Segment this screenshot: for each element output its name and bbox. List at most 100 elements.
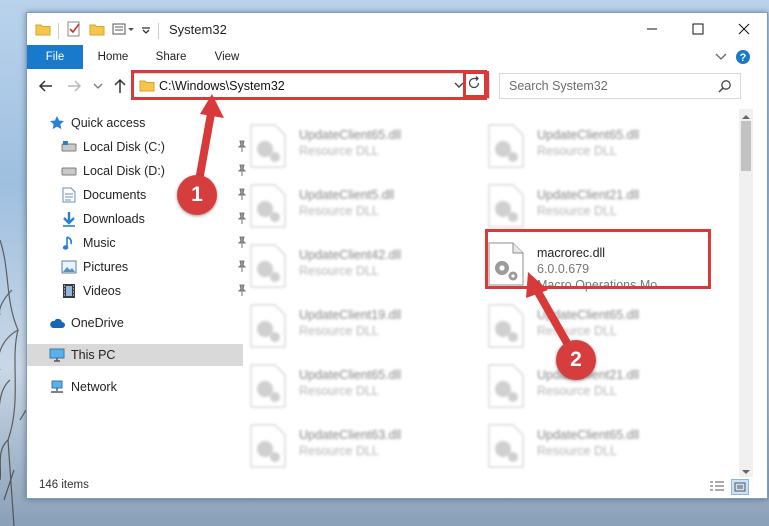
list-item[interactable]: UpdateClient21.dllResource DLL [487,363,717,415]
sidebar-item-local-disk-d[interactable]: Local Disk (D:) [27,160,255,182]
file-name: UpdateClient65.dll [299,128,402,142]
toolbar-separator [58,22,59,39]
address-bar-highlight [131,70,487,100]
toolbar-separator [158,22,159,39]
cloud-icon [49,315,65,331]
sidebar-item-this-pc[interactable]: This PC [27,344,243,366]
sidebar-item-documents[interactable]: Documents [27,184,255,206]
list-item[interactable]: UpdateClient65.dll Resource DLL [249,363,479,415]
file-type: Resource DLL [537,324,617,338]
step-badge-1: 1 [177,175,217,215]
sidebar-item-label: Downloads [83,212,145,226]
window-title: System32 [169,22,227,37]
search-icon[interactable] [718,79,732,96]
minimize-icon [647,28,657,30]
tab-file[interactable]: File [27,45,83,69]
arrow-up-icon [114,78,126,93]
search-input[interactable]: Search System32 [499,73,741,99]
list-item[interactable]: UpdateClient42.dll Resource DLL [249,243,479,295]
tab-home[interactable]: Home [89,45,137,69]
tab-view[interactable]: View [205,45,249,69]
details-view-button[interactable] [709,479,725,493]
picture-icon [61,259,77,275]
sidebar-item-local-disk-c[interactable]: Local Disk (C:) [27,136,255,158]
list-item[interactable]: UpdateClient65.dll Resource DLL [487,303,717,355]
dll-file-icon [487,183,529,231]
sidebar-item-label: Network [71,380,117,394]
list-item[interactable]: UpdateClient65.dll Resource DLL [487,423,717,475]
dll-file-icon [487,303,529,351]
dll-file-icon [249,243,291,291]
list-item[interactable]: UpdateClient63.dll Resource DLL [249,423,479,475]
tab-share[interactable]: Share [147,45,195,69]
dll-file-icon [487,123,529,171]
sidebar-item-label: Local Disk (C:) [83,140,165,154]
ribbon-tabs: File Home Share View ? [27,45,767,69]
document-icon [61,187,77,203]
sidebar-item-music[interactable]: Music [27,232,255,254]
file-type: Resource DLL [537,384,617,398]
help-icon[interactable]: ? [735,49,751,68]
svg-text:?: ? [740,52,747,64]
arrow-left-icon [38,80,52,92]
list-item[interactable]: UpdateClient65.dll Resource DLL [487,123,717,175]
chevron-down-icon [93,83,103,89]
close-button[interactable] [721,13,767,45]
network-icon [49,379,65,395]
navigation-pane: Quick access Local Disk (C:) Local Disk … [27,109,247,469]
recent-locations-button[interactable] [89,77,107,95]
sidebar-item-network[interactable]: Network [27,376,243,398]
sidebar-item-label: Quick access [71,116,146,130]
step-badge-2: 2 [556,340,596,380]
dll-file-icon [249,303,291,351]
properties-icon[interactable] [66,21,82,40]
sidebar-item-label: Videos [83,284,121,298]
ribbon-expand-icon[interactable] [715,51,727,65]
list-item[interactable]: UpdateClient21.dllResource DLL [487,183,717,235]
sidebar-item-label: Pictures [83,260,129,274]
up-button[interactable] [111,77,129,95]
scrollbar-thumb[interactable] [741,121,751,171]
maximize-button[interactable] [675,13,721,45]
file-name: UpdateClient42.dll [299,248,402,262]
sidebar-item-videos[interactable]: Videos [27,280,255,302]
list-item[interactable]: UpdateClient65.dll Resource DLL [249,123,479,175]
dll-file-icon [249,183,291,231]
search-placeholder: Search System32 [509,79,608,93]
sidebar-item-downloads[interactable]: Downloads [27,208,255,230]
sidebar-item-pictures[interactable]: Pictures [27,256,255,278]
title-bar: System32 [27,13,767,45]
list-item[interactable]: UpdateClient19.dll Resource DLL [249,303,479,355]
file-name: UpdateClient65.dll [537,428,640,442]
close-icon [738,23,750,35]
tiles-view-icon [734,482,746,492]
sidebar-item-quick-access[interactable]: Quick access [27,112,243,134]
dll-file-icon [487,423,529,471]
arrow-right-icon [68,80,82,92]
dll-file-icon [487,363,529,411]
sidebar-item-label: OneDrive [71,316,124,330]
sidebar-item-label: Music [83,236,116,250]
customize-toolbar-icon[interactable] [112,22,134,39]
item-count: 146 items [39,479,89,491]
chevron-down-icon[interactable] [141,24,151,38]
file-type: Resource DLL [299,324,379,338]
sidebar-item-label: This PC [71,348,116,362]
file-name: UpdateClient21.dll [537,188,640,202]
forward-button[interactable] [65,77,83,95]
file-name: UpdateClient63.dll [299,428,402,442]
file-type: Resource DLL [537,144,617,158]
sidebar-item-label: Documents [83,188,147,202]
refresh-highlight [463,71,489,98]
tiles-view-button[interactable] [731,479,749,495]
sidebar-item-onedrive[interactable]: OneDrive [27,312,243,334]
file-name: UpdateClient5.dll [299,188,395,202]
status-bar: 146 items [27,475,767,497]
back-button[interactable] [37,77,55,95]
minimize-button[interactable] [629,13,675,45]
download-icon [61,211,77,227]
vertical-scrollbar[interactable] [739,109,753,477]
new-folder-icon[interactable] [89,22,105,39]
list-item[interactable]: UpdateClient5.dll Resource DLL [249,183,479,235]
file-type: Resource DLL [299,264,379,278]
